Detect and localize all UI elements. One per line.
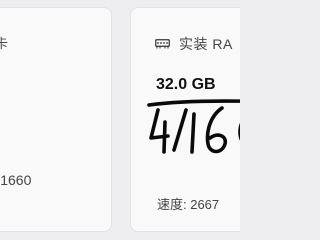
installed-ram-value: 32.0 GB [156,76,216,93]
gpu-card[interactable]: 卡 X 1660 [0,7,112,232]
handwritten-annotation [147,99,240,154]
system-specs-panel: 卡 X 1660 实装 RA 32.0 GB [0,0,240,240]
ram-speed: 速度: 2667 [157,197,220,212]
ram-icon [155,39,170,49]
memory-card-title: 实装 RA [179,36,233,52]
gpu-card-header: 卡 [0,33,8,52]
memory-card[interactable]: 实装 RA 32.0 GB 速度: 2667 [130,7,240,232]
gpu-card-title: 卡 [0,36,9,51]
gpu-model-name: X 1660 [0,172,32,188]
memory-card-header: 实装 RA [155,35,233,53]
